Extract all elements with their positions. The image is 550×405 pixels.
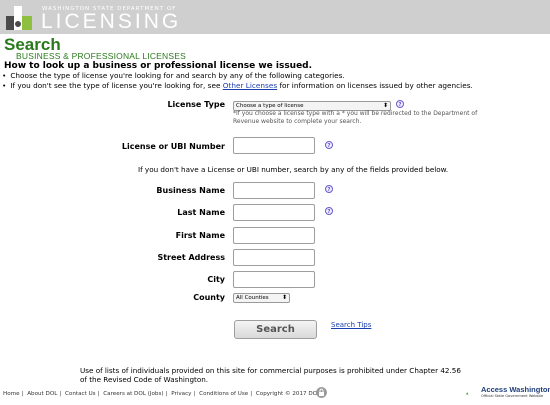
select-arrow-icon: ⬍ xyxy=(281,294,287,301)
howto-heading: How to look up a business or professiona… xyxy=(4,61,313,71)
county-select[interactable]: All Counties ⬍ xyxy=(233,293,290,303)
page-subtitle: BUSINESS & PROFESSIONAL LICENSES xyxy=(16,51,186,61)
last-name-input[interactable] xyxy=(233,204,315,221)
instructions-list: Choose the type of license you're lookin… xyxy=(2,71,473,90)
access-washington-logo-icon[interactable] xyxy=(466,385,480,401)
site-header: WASHINGTON STATE DEPARTMENT OF LICENSING xyxy=(0,0,550,34)
help-icon[interactable]: ? xyxy=(325,141,333,149)
license-number-input[interactable] xyxy=(233,137,315,154)
county-label: County xyxy=(193,293,225,302)
access-washington-subtitle: Official State Government Website xyxy=(481,394,544,398)
license-type-label: License Type xyxy=(167,100,225,109)
license-number-label: License or UBI Number xyxy=(121,142,225,151)
business-name-label: Business Name xyxy=(156,186,225,195)
footer-links: Home | About DOL | Contact Us | Careers at … xyxy=(3,391,321,397)
footer-link[interactable]: About DOL xyxy=(27,391,57,397)
help-icon[interactable]: ? xyxy=(396,100,404,108)
last-name-label: Last Name xyxy=(177,208,225,217)
first-name-label: First Name xyxy=(175,231,225,240)
footer-link[interactable]: Careers at DOL (Jobs) xyxy=(103,391,163,397)
other-licenses-link[interactable]: Other Licenses xyxy=(223,81,277,90)
access-washington-title[interactable]: Access Washington xyxy=(481,385,550,394)
street-address-input[interactable] xyxy=(233,249,315,266)
help-icon[interactable]: ? xyxy=(325,185,333,193)
city-label: City xyxy=(207,275,225,284)
license-type-note: *If you choose a license type with a * y… xyxy=(233,110,478,125)
lock-icon xyxy=(316,387,327,398)
instruction-item: Choose the type of license you're lookin… xyxy=(2,71,473,81)
select-arrow-icon: ⬍ xyxy=(382,102,388,109)
first-name-input[interactable] xyxy=(233,227,315,244)
street-address-label: Street Address xyxy=(157,253,225,262)
header-title[interactable]: LICENSING xyxy=(41,10,181,34)
footer-link[interactable]: Privacy xyxy=(171,391,191,397)
footer-link[interactable]: Home xyxy=(3,391,20,397)
footer-copyright: Copyright © 2017 DOL xyxy=(255,391,321,397)
dol-logo-icon[interactable] xyxy=(4,4,36,32)
alternate-search-note: If you don't have a License or UBI numbe… xyxy=(138,165,449,174)
search-button[interactable]: Search xyxy=(234,320,317,339)
instruction-item: If you don't see the type of license you… xyxy=(2,81,473,91)
city-input[interactable] xyxy=(233,271,315,288)
search-tips-link[interactable]: Search Tips xyxy=(331,321,371,329)
business-name-input[interactable] xyxy=(233,182,315,199)
footer-link[interactable]: Conditions of Use xyxy=(199,391,248,397)
footer-link[interactable]: Contact Us xyxy=(65,391,96,397)
legal-notice: Use of lists of individuals provided on … xyxy=(80,366,461,384)
help-icon[interactable]: ? xyxy=(325,207,333,215)
